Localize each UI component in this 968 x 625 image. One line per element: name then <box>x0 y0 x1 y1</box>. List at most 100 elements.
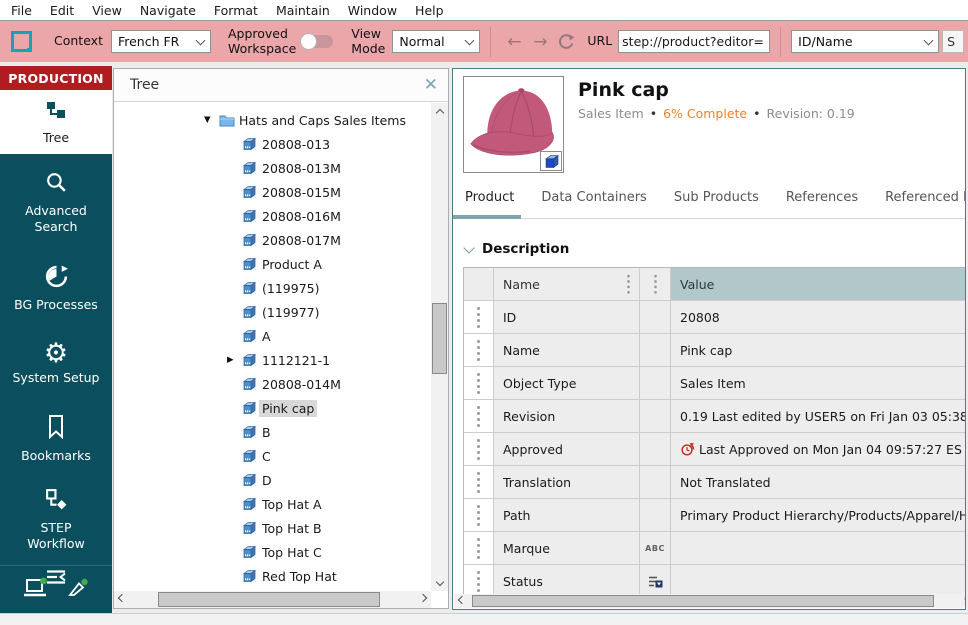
tree-item[interactable]: B <box>114 420 431 444</box>
row-drag-handle[interactable] <box>464 367 494 399</box>
sidebar-item-step-workflow[interactable]: STEP Workflow <box>0 487 112 551</box>
tree-item[interactable]: Red Top Hat <box>114 564 431 588</box>
sidebar-item-advanced-search[interactable]: Advanced Search <box>0 170 112 234</box>
row-drag-handle[interactable] <box>464 466 494 498</box>
description-section-header[interactable]: Description <box>463 241 965 257</box>
tree-item[interactable]: ▼ Hats and Caps Sales Items <box>114 108 431 132</box>
search-input[interactable]: S <box>942 30 965 53</box>
product-cube-icon <box>242 545 256 559</box>
url-input[interactable]: step://product?editor= <box>618 30 771 53</box>
tree-item[interactable]: Top Hat A <box>114 492 431 516</box>
tree-item[interactable]: (119975) <box>114 276 431 300</box>
menu-item[interactable]: Format <box>205 1 267 20</box>
attribute-value-cell[interactable]: Last Approved on Mon Jan 04 09:57:27 ES <box>671 433 965 465</box>
tab[interactable]: Sub Products <box>674 190 759 218</box>
column-menu-icon[interactable] <box>627 279 630 283</box>
tree-item[interactable]: 20808-015M <box>114 180 431 204</box>
row-drag-handle[interactable] <box>464 334 494 366</box>
sidebar-item-bg-processes[interactable]: BG Processes <box>0 264 112 312</box>
product-cube-icon <box>242 425 256 439</box>
tree-item[interactable]: Top Hat B <box>114 516 431 540</box>
object-type-text: Sales Item <box>578 106 644 121</box>
attribute-value-cell[interactable] <box>671 532 965 564</box>
scroll-down-arrow[interactable] <box>431 575 448 591</box>
tab[interactable]: Product <box>453 190 522 219</box>
row-drag-handle[interactable] <box>464 499 494 531</box>
status-bar <box>0 613 968 625</box>
row-drag-handle[interactable] <box>464 532 494 564</box>
tree-vertical-scrollbar[interactable] <box>431 103 448 591</box>
tree-item[interactable]: (119977) <box>114 300 431 324</box>
tree-item[interactable]: Top Hat C <box>114 540 431 564</box>
scrollbar-thumb[interactable] <box>432 303 447 374</box>
tree-horizontal-scrollbar[interactable] <box>114 591 431 608</box>
row-drag-handle[interactable] <box>464 400 494 432</box>
tab[interactable]: References <box>786 190 858 218</box>
attribute-value-cell[interactable]: 0.19 Last edited by USER5 on Fri Jan 03 … <box>671 400 965 432</box>
column-menu-icon[interactable] <box>653 279 657 283</box>
scrollbar-thumb[interactable] <box>158 592 380 607</box>
tree-item[interactable]: 20808-013 <box>114 132 431 156</box>
product-cube-icon <box>242 497 256 511</box>
tree-item[interactable]: A <box>114 324 431 348</box>
menu-item[interactable]: Edit <box>41 1 83 20</box>
table-row: Approved Last Approved on Mon Jan 04 09:… <box>464 433 965 466</box>
product-cube-icon <box>242 401 256 415</box>
sidebar-item-bookmarks[interactable]: Bookmarks <box>0 414 112 463</box>
tree-item[interactable]: 20808-013M <box>114 156 431 180</box>
bookmark-icon <box>44 414 68 444</box>
scrollbar-thumb[interactable] <box>472 595 934 607</box>
table-row: ID 20808 <box>464 301 965 334</box>
attribute-name: Object Type <box>494 367 640 399</box>
row-drag-handle[interactable] <box>464 301 494 333</box>
scroll-up-arrow[interactable] <box>431 103 448 119</box>
attribute-value-cell[interactable]: 20808 <box>671 301 965 333</box>
close-icon[interactable]: ✕ <box>424 76 438 94</box>
attribute-value-cell[interactable]: Not Translated <box>671 466 965 498</box>
tree-item[interactable]: C <box>114 444 431 468</box>
menu-item[interactable]: View <box>83 1 131 20</box>
forward-button[interactable]: → <box>527 29 553 55</box>
scroll-right-arrow[interactable] <box>415 591 431 608</box>
table-row: Object Type Sales Item <box>464 367 965 400</box>
menu-item[interactable]: Maintain <box>267 1 339 20</box>
menu-item[interactable]: Window <box>339 1 406 20</box>
product-thumbnail[interactable] <box>463 76 564 173</box>
tree-icon <box>44 98 68 126</box>
sidebar-item-tree[interactable]: Tree <box>0 90 112 155</box>
context-select[interactable]: French FR <box>110 30 211 53</box>
attribute-name: Translation <box>494 466 640 498</box>
menu-item[interactable]: Help <box>406 1 453 20</box>
attribute-value-cell[interactable]: Primary Product Hierarchy/Products/Appar… <box>671 499 965 531</box>
tree-item[interactable]: ▶ 1112121-1 <box>114 348 431 372</box>
menu-item[interactable]: Navigate <box>131 1 205 20</box>
tab[interactable]: Referenced By <box>885 190 965 218</box>
tree-item[interactable]: 20808-017M <box>114 228 431 252</box>
view-mode-select[interactable]: Normal <box>392 30 481 53</box>
sidebar-item-system-setup[interactable]: ⚙ System Setup <box>0 340 112 386</box>
attribute-value-cell[interactable]: Sales Item <box>671 367 965 399</box>
section-title: Description <box>482 241 570 257</box>
scroll-left-arrow[interactable] <box>454 593 470 610</box>
attribute-value-cell[interactable]: Pink cap <box>671 334 965 366</box>
expand-arrow[interactable]: ▶ <box>227 355 242 365</box>
expand-arrow[interactable]: ▼ <box>204 115 219 125</box>
refresh-button[interactable] <box>553 29 579 55</box>
tree-item[interactable]: D <box>114 468 431 492</box>
menu-item[interactable]: File <box>2 1 41 20</box>
client-status-button[interactable] <box>23 577 48 602</box>
tree-item[interactable]: Product A <box>114 252 431 276</box>
tab[interactable]: Data Containers <box>541 190 646 218</box>
tree-item[interactable]: Pink cap <box>114 396 431 420</box>
detail-horizontal-scrollbar[interactable] <box>454 594 964 608</box>
approved-workspace-toggle[interactable] <box>300 33 334 50</box>
back-button[interactable]: ← <box>501 29 527 55</box>
tree-item[interactable]: 20808-014M <box>114 372 431 396</box>
text-type-icon: ABC <box>645 543 665 553</box>
editor-status-button[interactable] <box>66 577 90 602</box>
row-drag-handle[interactable] <box>464 433 494 465</box>
scroll-left-arrow[interactable] <box>114 591 130 608</box>
id-name-select[interactable]: ID/Name <box>791 30 940 53</box>
tree-item[interactable]: 20808-016M <box>114 204 431 228</box>
attribute-name: Approved <box>494 433 640 465</box>
